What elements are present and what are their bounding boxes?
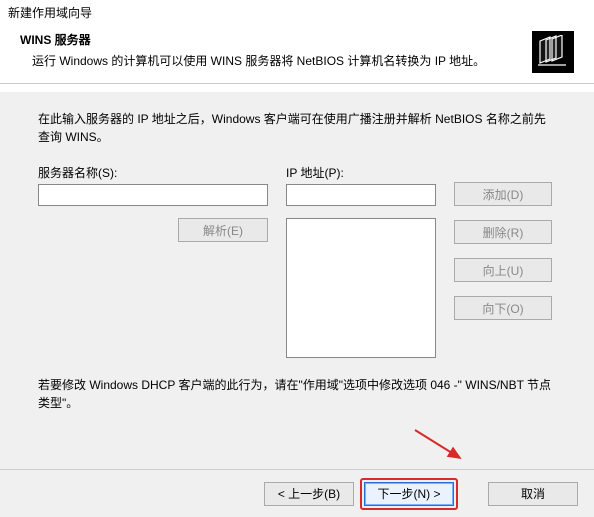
window-title: 新建作用域向导 [0,0,594,25]
ip-address-listbox[interactable] [286,218,436,358]
wizard-footer: < 上一步(B) 下一步(N) > 取消 [0,469,594,517]
ip-address-input[interactable] [286,184,436,206]
next-button-highlight: 下一步(N) > [360,478,458,510]
remove-button[interactable]: 删除(R) [454,220,552,244]
header-description: 运行 Windows 的计算机可以使用 WINS 服务器将 NetBIOS 计算… [20,52,574,69]
server-name-label: 服务器名称(S): [38,164,268,181]
next-button[interactable]: 下一步(N) > [364,482,454,506]
move-down-button[interactable]: 向下(O) [454,296,552,320]
wizard-header: WINS 服务器 运行 Windows 的计算机可以使用 WINS 服务器将 N… [0,25,594,84]
move-up-button[interactable]: 向上(U) [454,258,552,282]
note-text: 若要修改 Windows DHCP 客户端的此行为，请在"作用域"选项中修改选项… [38,376,556,412]
cancel-button[interactable]: 取消 [488,482,578,506]
server-name-input[interactable] [38,184,268,206]
wizard-body: 在此输入服务器的 IP 地址之后，Windows 客户端可在使用广播注册并解析 … [0,92,594,469]
back-button[interactable]: < 上一步(B) [264,482,354,506]
wins-server-icon [532,31,574,73]
header-title: WINS 服务器 [20,31,574,48]
add-button[interactable]: 添加(D) [454,182,552,206]
intro-text: 在此输入服务器的 IP 地址之后，Windows 客户端可在使用广播注册并解析 … [38,110,556,146]
ip-address-label: IP 地址(P): [286,164,436,181]
resolve-button[interactable]: 解析(E) [178,218,268,242]
